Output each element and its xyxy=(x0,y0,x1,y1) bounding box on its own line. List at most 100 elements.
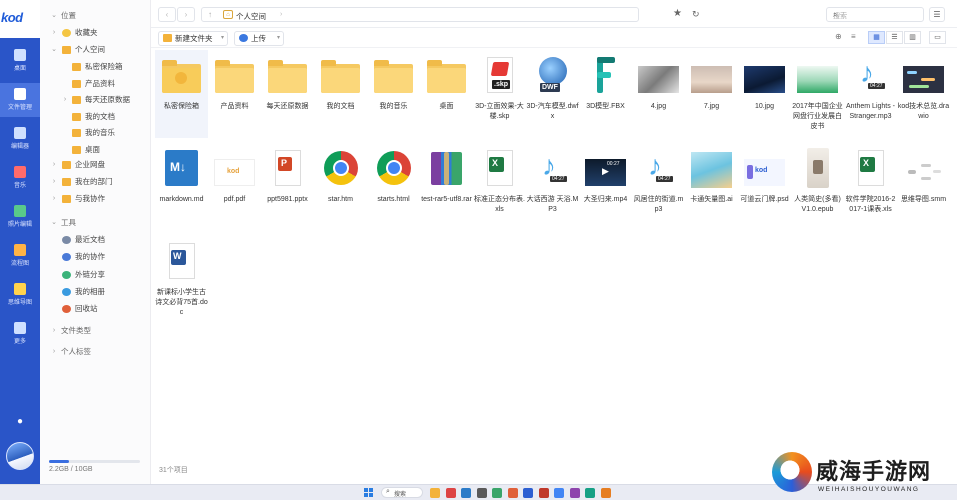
file-item[interactable]: 10.jpg xyxy=(738,50,791,138)
tree-item-personal-child[interactable]: › 每天还原数据 xyxy=(40,92,151,108)
file-item[interactable]: ♪ 04:27 大话西游 天浴.MP3 xyxy=(526,143,579,231)
details-panel-toggle[interactable]: ▭ xyxy=(929,31,946,44)
taskbar-app-icon[interactable] xyxy=(445,488,456,498)
search-icon[interactable]: ⌕ xyxy=(833,10,917,20)
chevron-down-icon[interactable]: ⌄ xyxy=(50,8,58,24)
file-item[interactable]: 7.jpg xyxy=(685,50,738,138)
file-item[interactable]: Pppt5981.pptx xyxy=(261,143,314,231)
tree-section-tools[interactable]: ⌄ 工具 xyxy=(40,215,151,231)
taskbar-search[interactable]: ⌕ 搜索 xyxy=(381,487,423,498)
taskbar-app-icon[interactable] xyxy=(600,488,611,498)
sort-icon[interactable]: ≡ xyxy=(851,32,856,41)
file-item[interactable]: ▶ 00:27 大圣归来.mp4 xyxy=(579,143,632,231)
back-button[interactable]: ‹ xyxy=(158,7,176,22)
tree-item-collab[interactable]: › 与我协作 xyxy=(40,191,151,207)
file-item[interactable]: 思维导图.smm xyxy=(897,143,950,231)
chevron-right-icon[interactable]: › xyxy=(50,25,58,41)
zoom-icon[interactable]: ⊕ xyxy=(835,32,842,41)
taskbar-app-icon[interactable] xyxy=(476,488,487,498)
file-item[interactable]: 每天还原数据 xyxy=(261,50,314,138)
file-item[interactable]: .skp 3D-立面效果-大楼.skp xyxy=(473,50,526,138)
file-item[interactable]: 桌面 xyxy=(420,50,473,138)
address-bar[interactable]: ↑ ⌂ 个人空间 › ★ ↻ xyxy=(201,7,700,22)
chevron-right-icon[interactable]: › xyxy=(50,191,58,207)
search-input[interactable]: 搜索 ⌕ xyxy=(826,7,924,22)
file-item[interactable]: X 软件学院2016-2017-1课表.xls xyxy=(844,143,897,231)
file-item[interactable]: kod pdf.pdf xyxy=(208,143,261,231)
chevron-right-icon[interactable]: › xyxy=(50,157,58,173)
file-item[interactable]: DWF 3D-汽车模型.dwfx xyxy=(526,50,579,138)
tree-item-personal-child[interactable]: 私密保险箱 xyxy=(40,59,151,75)
windows-start-icon[interactable] xyxy=(364,488,374,498)
file-item[interactable]: ♪ 04:27 Anthem Lights - Stranger.mp3 xyxy=(844,50,897,138)
file-item[interactable]: 我的文档 xyxy=(314,50,367,138)
menu-icon[interactable]: ☰ xyxy=(929,7,945,22)
chevron-right-icon[interactable]: › xyxy=(50,344,58,360)
upload-button[interactable]: 上传 ▾ xyxy=(234,31,284,46)
chevron-right-icon[interactable]: › xyxy=(50,174,58,190)
tree-section-tags[interactable]: › 个人标签 xyxy=(40,344,151,360)
brand-logo[interactable]: kod xyxy=(0,0,40,38)
new-folder-button[interactable]: 新建文件夹 ▾ xyxy=(158,31,228,46)
rail-item-7[interactable]: 更多 xyxy=(0,317,40,351)
taskbar-app-icon[interactable] xyxy=(430,488,440,498)
file-item[interactable]: 4.jpg xyxy=(632,50,685,138)
file-item[interactable]: 私密保险箱 xyxy=(155,50,208,138)
star-icon[interactable]: ★ xyxy=(673,8,682,19)
tree-item-personal-space[interactable]: ⌄ 个人空间 xyxy=(40,42,151,58)
file-item[interactable]: M↓ markdown.md xyxy=(155,143,208,231)
file-item[interactable]: W 新课标小学生古诗文必背75首.doc xyxy=(155,236,208,324)
file-item[interactable]: starts.html xyxy=(367,143,420,231)
file-item[interactable]: 卡通矢量图.ai xyxy=(685,143,738,231)
chevron-down-icon[interactable]: ▾ xyxy=(221,32,224,45)
chevron-down-icon[interactable]: ⌄ xyxy=(50,42,58,58)
rail-item-2[interactable]: 编辑器 xyxy=(0,122,40,156)
tree-item-personal-child[interactable]: 桌面 xyxy=(40,142,151,158)
taskbar-app-icon[interactable] xyxy=(461,488,471,498)
file-item[interactable]: 2017年中国企业网盘行业发展白皮书 xyxy=(791,50,844,138)
tree-tool-item[interactable]: 我的协作 xyxy=(40,249,151,265)
taskbar-app-icon[interactable] xyxy=(569,488,580,498)
taskbar-app-icon[interactable] xyxy=(585,488,595,498)
taskbar-app-icon[interactable] xyxy=(538,488,549,498)
file-item[interactable]: 3D模型.FBX xyxy=(579,50,632,138)
rail-item-5[interactable]: 流程图 xyxy=(0,239,40,273)
tree-tool-item[interactable]: 外链分享 xyxy=(40,267,151,283)
file-item[interactable]: 人类简史(多看) V1.0.epub xyxy=(791,143,844,231)
split-view-toggle[interactable]: ▥ xyxy=(904,31,921,44)
list-view-toggle[interactable]: ☰ xyxy=(886,31,903,44)
chevron-right-icon[interactable]: › xyxy=(61,92,69,108)
file-item[interactable]: ♪ 04:27 风居住的街道.mp3 xyxy=(632,143,685,231)
file-item[interactable]: kod 可道云门牌.psd xyxy=(738,143,791,231)
tree-item-favorites[interactable]: › 收藏夹 xyxy=(40,25,151,41)
refresh-icon[interactable]: ↻ xyxy=(692,9,700,20)
file-item[interactable]: 产品资料 xyxy=(208,50,261,138)
grid-view-toggle[interactable]: ▦ xyxy=(868,31,885,44)
taskbar-app-icon[interactable] xyxy=(554,488,564,498)
avatar[interactable] xyxy=(6,442,34,470)
taskbar-app-icon[interactable] xyxy=(507,488,518,498)
taskbar-app-icon[interactable] xyxy=(523,488,533,498)
chevron-right-icon[interactable]: › xyxy=(50,323,58,339)
rail-item-3[interactable]: 音乐 xyxy=(0,161,40,195)
tree-section-location[interactable]: ⌄ 位置 xyxy=(40,8,151,24)
file-item[interactable]: test-rar5-utf8.rar xyxy=(420,143,473,231)
chevron-down-icon[interactable]: ▾ xyxy=(277,32,280,45)
rail-item-0[interactable]: 桌面 xyxy=(0,44,40,78)
tree-section-file-types[interactable]: › 文件类型 xyxy=(40,323,151,339)
rail-item-6[interactable]: 思维导图 xyxy=(0,278,40,312)
file-item[interactable]: X 标准正态分布表.xls xyxy=(473,143,526,231)
breadcrumb[interactable]: 个人空间 xyxy=(236,11,266,22)
tree-item-personal-child[interactable]: 我的音乐 xyxy=(40,125,151,141)
tree-item-department[interactable]: › 我在的部门 xyxy=(40,174,151,190)
forward-button[interactable]: › xyxy=(177,7,195,22)
tree-tool-item[interactable]: 我的相册 xyxy=(40,284,151,300)
chevron-down-icon[interactable]: ⌄ xyxy=(50,215,58,231)
bell-icon[interactable]: ● xyxy=(14,416,26,428)
tree-item-personal-child[interactable]: 产品资料 xyxy=(40,76,151,92)
tree-tool-item[interactable]: 回收站 xyxy=(40,301,151,317)
tree-item-enterprise[interactable]: › 企业网盘 xyxy=(40,157,151,173)
file-item[interactable]: 我的音乐 xyxy=(367,50,420,138)
rail-item-1[interactable]: 文件管理 xyxy=(0,83,40,117)
file-item[interactable]: kod技术总览.drawio xyxy=(897,50,950,138)
